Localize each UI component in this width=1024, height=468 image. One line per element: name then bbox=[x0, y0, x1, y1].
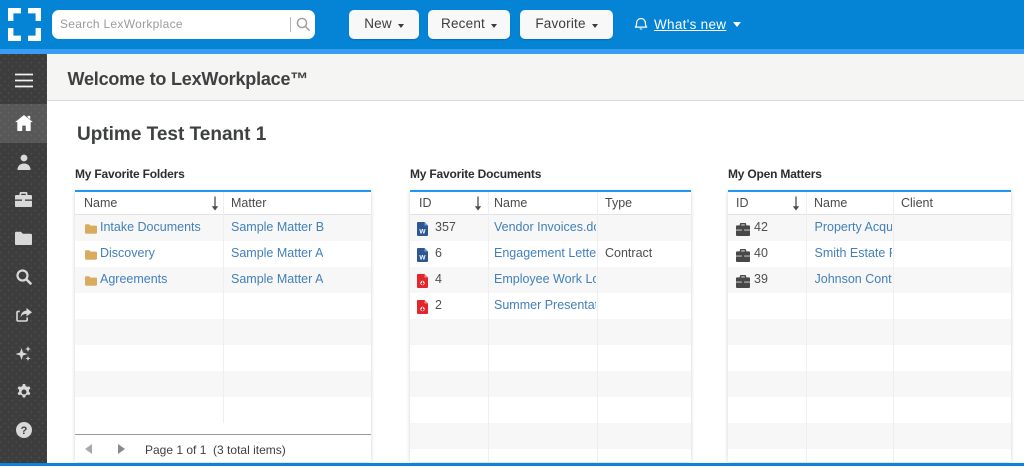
svg-text:W: W bbox=[419, 228, 426, 235]
svg-text:W: W bbox=[419, 254, 426, 261]
svg-text:?: ? bbox=[20, 425, 27, 437]
